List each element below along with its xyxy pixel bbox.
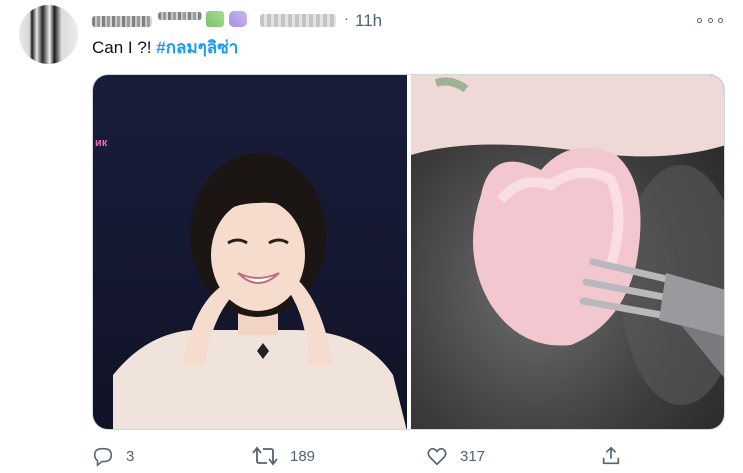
share-button[interactable]	[600, 445, 622, 467]
share-icon	[602, 446, 620, 465]
reply-icon	[93, 447, 113, 467]
handle-blurred[interactable]	[260, 14, 336, 27]
photo-lisa-illustration	[113, 153, 407, 429]
like-count: 317	[460, 447, 486, 465]
like-button[interactable]: 317	[426, 445, 485, 467]
avatar[interactable]	[19, 5, 78, 64]
reply-count: 3	[126, 447, 135, 465]
retweet-count: 189	[290, 447, 316, 465]
separator-dot: ·	[344, 10, 349, 27]
tweet-header: · 11h	[92, 10, 723, 34]
tweet-body: Can I ?!	[92, 38, 152, 57]
tweet-text: Can I ?! #กลมๆลิซ่า	[92, 37, 238, 59]
heart-icon	[427, 447, 447, 466]
purple-heart-emoji-icon	[229, 11, 247, 27]
timestamp[interactable]: 11h	[355, 11, 382, 31]
photo-lisa[interactable]: ик	[93, 75, 407, 429]
display-name-blurred[interactable]	[92, 16, 152, 27]
tweet-actions: 3 189 317	[92, 445, 723, 471]
display-name-blurred-2[interactable]	[158, 12, 202, 20]
photo-overlay-text: ик	[95, 137, 108, 149]
retweet-button[interactable]: 189	[252, 445, 315, 467]
retweet-icon	[252, 446, 278, 466]
green-emoji-icon	[206, 11, 224, 27]
hashtag-link[interactable]: #กลมๆลิซ่า	[156, 38, 238, 57]
reply-button[interactable]: 3	[92, 445, 134, 467]
more-icon[interactable]	[697, 10, 723, 30]
photo-mochi[interactable]	[410, 75, 724, 429]
media-grid: ик	[92, 74, 725, 430]
photo-mochi-illustration	[410, 75, 724, 405]
